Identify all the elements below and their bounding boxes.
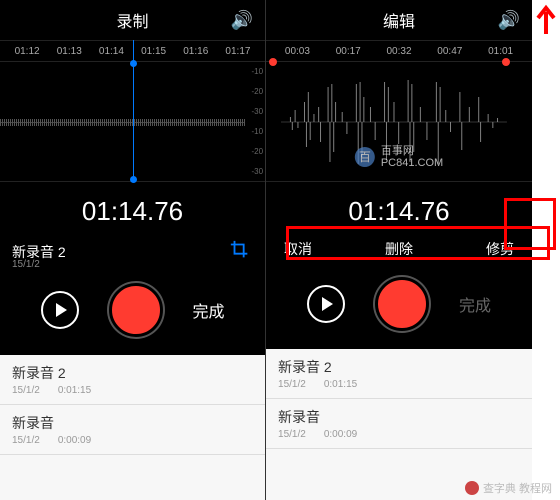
highlight-arrow-icon bbox=[532, 0, 560, 500]
waveform-area[interactable]: 百 百事网PC841.COM bbox=[266, 62, 532, 182]
current-time: 01:14.76 bbox=[266, 182, 532, 235]
list-item[interactable]: 新录音 15/1/20:00:09 bbox=[266, 399, 532, 449]
record-button[interactable] bbox=[375, 277, 429, 331]
trim-button[interactable]: 修剪 bbox=[486, 239, 514, 259]
speaker-icon[interactable]: 🔊 bbox=[231, 10, 253, 31]
list-item[interactable]: 新录音 2 15/1/20:01:15 bbox=[0, 355, 265, 405]
list-item[interactable]: 新录音 15/1/20:00:09 bbox=[0, 405, 265, 455]
crop-icon[interactable] bbox=[229, 239, 251, 267]
current-time: 01:14.76 bbox=[0, 182, 265, 235]
speaker-icon[interactable]: 🔊 bbox=[498, 10, 520, 31]
delete-button[interactable]: 删除 bbox=[385, 239, 413, 259]
page-title: 编辑 bbox=[383, 8, 415, 32]
record-button[interactable] bbox=[109, 283, 163, 337]
watermark: 百 百事网PC841.COM bbox=[355, 145, 443, 169]
trim-handle-right[interactable] bbox=[502, 58, 510, 66]
trim-handle-left[interactable] bbox=[269, 58, 277, 66]
play-button[interactable] bbox=[41, 291, 79, 329]
waveform-area[interactable]: -10-20-30 -10-20-30 bbox=[0, 62, 265, 182]
db-scale: -10-20-30 -10-20-30 bbox=[251, 62, 263, 181]
cancel-button[interactable]: 取消 bbox=[284, 239, 312, 259]
list-item[interactable]: 新录音 2 15/1/20:01:15 bbox=[266, 349, 532, 399]
done-button[interactable]: 完成 bbox=[193, 298, 225, 322]
waveform-flat bbox=[0, 122, 245, 123]
play-button[interactable] bbox=[307, 285, 345, 323]
timeline-ruler[interactable]: 00:03 00:17 00:32 00:47 01:01 bbox=[266, 40, 532, 62]
footer-watermark: 查字典 教程网 bbox=[465, 480, 552, 496]
done-button: 完成 bbox=[459, 292, 491, 316]
playhead[interactable] bbox=[133, 40, 134, 181]
page-title: 录制 bbox=[117, 8, 149, 32]
